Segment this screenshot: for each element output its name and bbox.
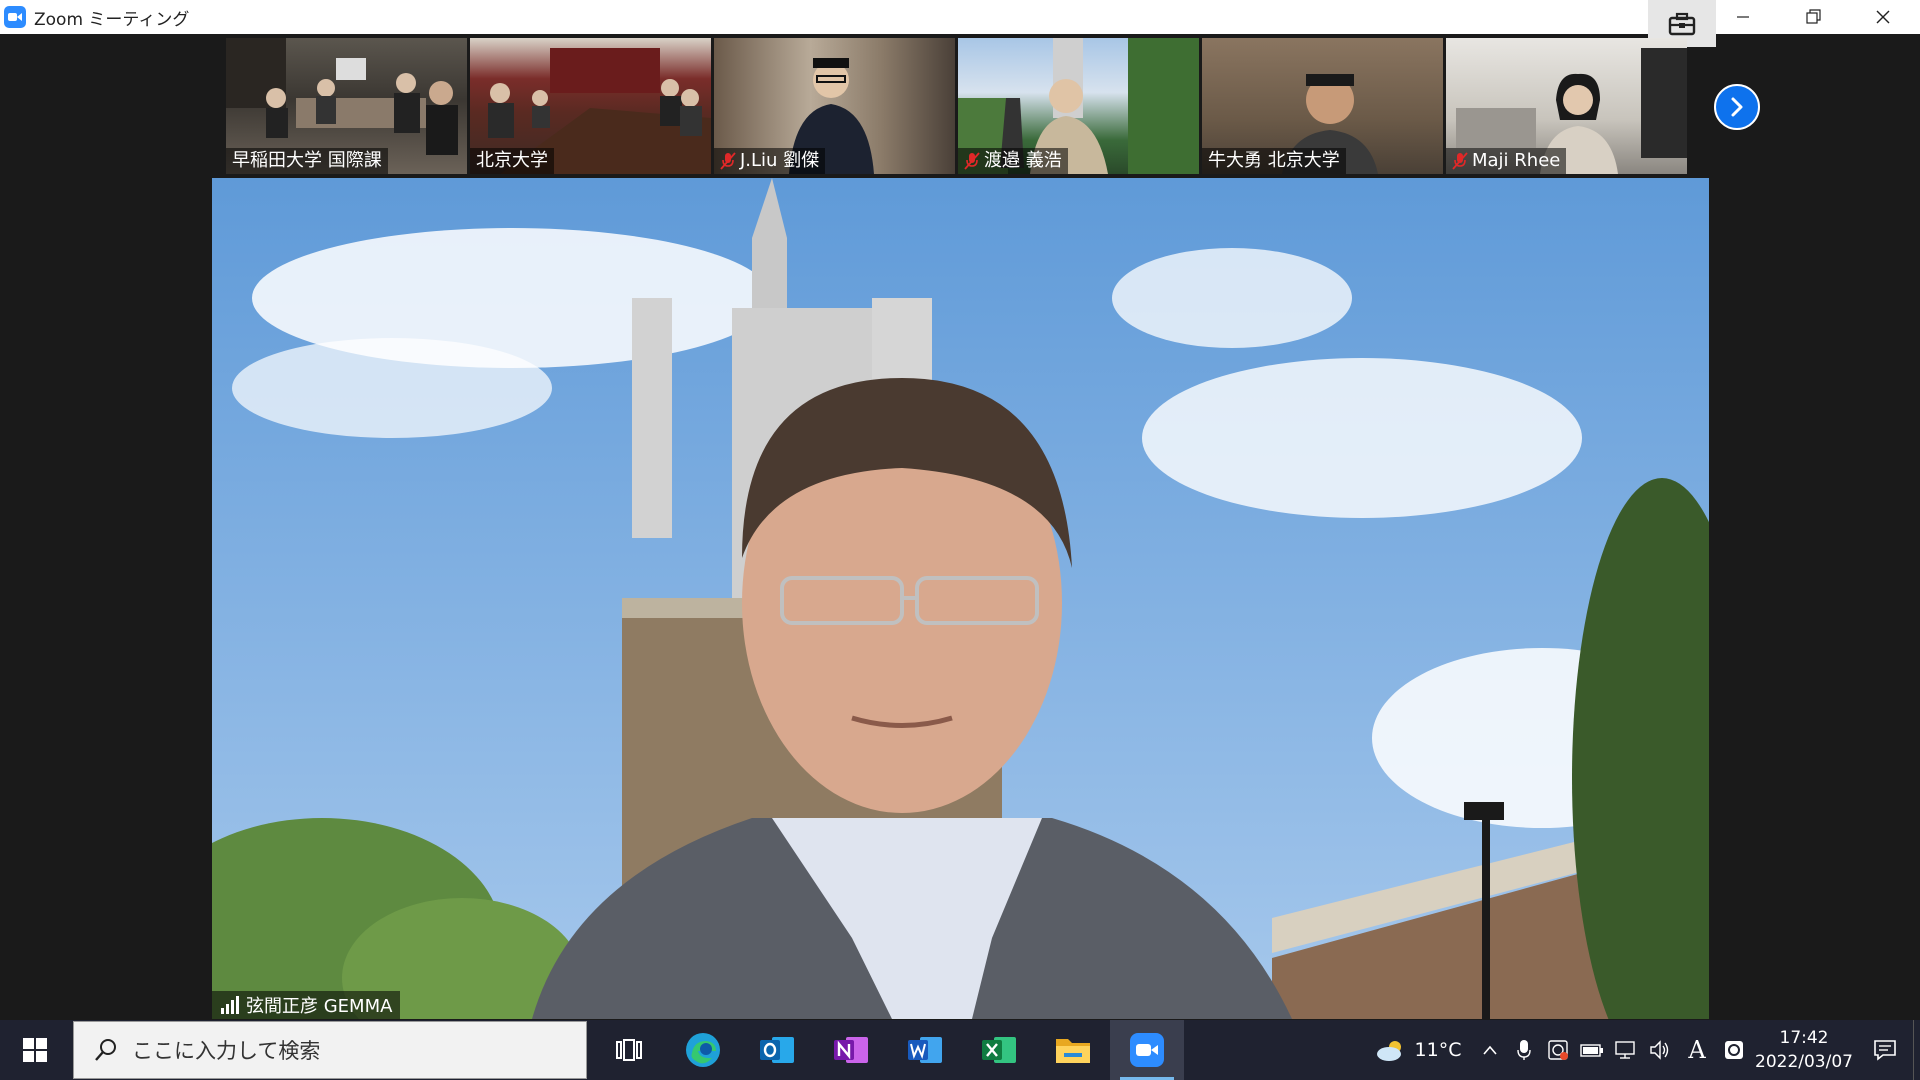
edge-icon xyxy=(686,1033,720,1067)
system-tray: 11°C A 17:42 2022/03/07 xyxy=(1363,1020,1920,1080)
clock-time: 17:42 xyxy=(1779,1028,1829,1048)
excel-icon xyxy=(982,1037,1016,1063)
minimize-button[interactable] xyxy=(1708,0,1778,34)
zoom-app-icon xyxy=(4,6,26,28)
folder-icon xyxy=(1056,1039,1090,1063)
signal-strength-icon xyxy=(221,996,239,1014)
next-page-button[interactable] xyxy=(1714,84,1760,130)
network-tray-button[interactable] xyxy=(1609,1020,1643,1080)
speaker-volume-icon xyxy=(1650,1040,1669,1060)
participant-strip: 早稲田大学 国際課 北京大学 J.Liu 劉傑 渡邉 義浩 牛大勇 北京大学 M… xyxy=(226,38,1687,174)
taskbar-app-file-explorer[interactable] xyxy=(1036,1020,1110,1080)
title-bar: Zoom ミーティング xyxy=(0,0,1920,47)
participant-tile[interactable]: Maji Rhee xyxy=(1446,38,1687,174)
battery-tray-button[interactable] xyxy=(1575,1020,1609,1080)
restore-icon xyxy=(1806,9,1821,24)
restore-button[interactable] xyxy=(1778,0,1848,34)
cloudy-weather-icon xyxy=(1376,1041,1401,1061)
participant-tile[interactable]: 北京大学 xyxy=(470,38,711,174)
participant-tile[interactable]: 早稲田大学 国際課 xyxy=(226,38,467,174)
zoom-icon xyxy=(1130,1033,1164,1067)
ime-mode-button[interactable]: A xyxy=(1677,1020,1717,1080)
participant-name: 牛大勇 北京大学 xyxy=(1202,148,1346,174)
briefcase-icon xyxy=(1668,12,1696,35)
taskbar-search-box[interactable]: ここに入力して検索 xyxy=(73,1021,587,1079)
participant-name: 北京大学 xyxy=(470,148,554,174)
network-icon xyxy=(1615,1041,1635,1059)
participant-tile[interactable]: 渡邉 義浩 xyxy=(958,38,1199,174)
chevron-right-icon xyxy=(1731,97,1743,117)
taskbar-app-onenote[interactable] xyxy=(814,1020,888,1080)
show-desktop-button[interactable] xyxy=(1913,1020,1920,1080)
ime-mode-text: A xyxy=(1688,1036,1706,1064)
participant-tile[interactable]: J.Liu 劉傑 xyxy=(714,38,955,174)
temperature-text: 11°C xyxy=(1414,1039,1462,1061)
taskbar-app-word[interactable] xyxy=(888,1020,962,1080)
participant-name: J.Liu 劉傑 xyxy=(714,148,826,174)
mic-muted-icon xyxy=(720,152,736,170)
speaker-video-feed xyxy=(212,178,1709,1019)
window-title: Zoom ミーティング xyxy=(34,9,190,30)
outlook-icon xyxy=(760,1037,794,1063)
taskbar-app-excel[interactable] xyxy=(962,1020,1036,1080)
mic-muted-icon xyxy=(1452,152,1468,170)
taskbar-app-outlook[interactable] xyxy=(740,1020,814,1080)
windows-logo-icon xyxy=(23,1038,47,1062)
active-speaker-name: 弦間正彦 GEMMA xyxy=(212,991,401,1019)
weather-widget[interactable]: 11°C xyxy=(1363,1020,1473,1080)
clock-date: 2022/03/07 xyxy=(1755,1052,1853,1072)
close-button[interactable] xyxy=(1848,0,1918,34)
participant-name: 早稲田大学 国際課 xyxy=(226,148,388,174)
word-icon xyxy=(908,1037,942,1063)
close-icon xyxy=(1876,10,1890,24)
search-icon xyxy=(95,1039,116,1061)
microphone-tray-button[interactable] xyxy=(1507,1020,1541,1080)
windows-taskbar: ここに入力して検索 11°C A 17:42 2022/03/07 xyxy=(0,1020,1920,1080)
sync-tray-button[interactable] xyxy=(1541,1020,1575,1080)
participant-tile[interactable]: 牛大勇 北京大学 xyxy=(1202,38,1443,174)
taskbar-app-edge[interactable] xyxy=(666,1020,740,1080)
task-view-button[interactable] xyxy=(592,1020,666,1080)
start-button[interactable] xyxy=(0,1020,70,1080)
onenote-icon xyxy=(834,1037,868,1063)
chevron-up-icon xyxy=(1483,1045,1497,1055)
microphone-icon xyxy=(1517,1040,1531,1060)
notification-icon xyxy=(1874,1040,1896,1061)
input-indicator-icon xyxy=(1725,1041,1743,1059)
taskbar-clock[interactable]: 17:42 2022/03/07 xyxy=(1751,1020,1857,1080)
sync-icon xyxy=(1548,1040,1568,1060)
search-placeholder: ここに入力して検索 xyxy=(132,1039,321,1063)
volume-tray-button[interactable] xyxy=(1643,1020,1677,1080)
mic-muted-icon xyxy=(964,152,980,170)
participant-name: 渡邉 義浩 xyxy=(958,148,1068,174)
action-center-button[interactable] xyxy=(1857,1020,1913,1080)
battery-icon xyxy=(1580,1044,1603,1057)
task-view-icon xyxy=(616,1039,642,1061)
active-speaker-video[interactable]: 弦間正彦 GEMMA xyxy=(212,178,1709,1019)
participant-name: Maji Rhee xyxy=(1446,148,1567,174)
input-indicator-button[interactable] xyxy=(1717,1020,1751,1080)
minimize-icon xyxy=(1737,16,1749,18)
show-hidden-icons-button[interactable] xyxy=(1473,1020,1507,1080)
taskbar-app-zoom[interactable] xyxy=(1110,1020,1184,1080)
